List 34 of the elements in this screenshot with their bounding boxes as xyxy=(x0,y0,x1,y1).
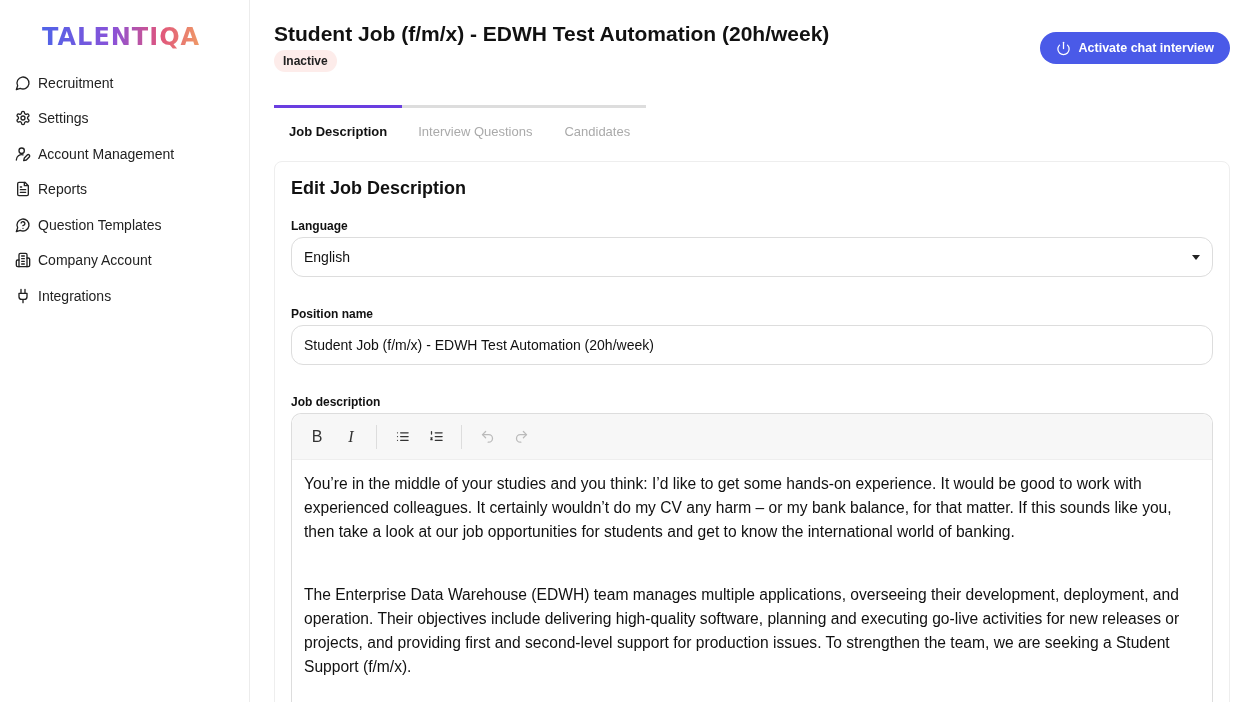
bullet-list-icon xyxy=(394,429,410,444)
bold-button[interactable]: B xyxy=(302,421,332,452)
field-label: Position name xyxy=(291,307,374,321)
status-badge: Inactive xyxy=(274,50,337,72)
user-pen-icon xyxy=(15,145,31,162)
position-input[interactable]: Student Job (f/m/x) - EDWH Test Automation (20h/week) xyxy=(291,325,1213,365)
building-icon xyxy=(15,252,31,269)
speech-bubble-icon xyxy=(15,74,31,91)
paragraph: You’re in the middle of your studies and you think: I’d like to get some hands-on experience. It would be good to work with experienced colleagues. It certainly wouldn’t do my CV any harm – or my bank balance, for that matter. If this sounds like you, then take a look at our job opportunities for students and get to know the international world of banking. xyxy=(304,474,1173,542)
caret-icon xyxy=(1192,254,1200,260)
question-bubble-icon xyxy=(15,216,31,233)
sidebar-item[interactable]: Question Templates xyxy=(15,207,162,243)
form-title: Edit Job Description xyxy=(291,178,468,199)
italic-button[interactable]: I xyxy=(336,421,366,452)
numbered-list-icon xyxy=(428,429,444,444)
power-icon xyxy=(1055,40,1071,56)
field-label: Language xyxy=(291,219,349,233)
language-dropdown[interactable]: English xyxy=(291,237,1213,277)
undo-icon xyxy=(479,429,495,444)
sidebar-item[interactable]: Company Account xyxy=(15,242,152,278)
plug-icon xyxy=(15,287,31,304)
redo-icon xyxy=(513,429,529,444)
sidebar-item[interactable]: Recruitment xyxy=(15,65,114,101)
gear-icon xyxy=(15,110,31,127)
sidebar-item[interactable]: Reports xyxy=(15,171,88,207)
document-icon xyxy=(15,181,31,198)
activate-button[interactable]: Activate chat interview xyxy=(1039,32,1230,64)
field-label: Job description xyxy=(291,395,382,409)
sidebar-item[interactable]: Integrations xyxy=(15,278,112,314)
tab[interactable]: Job Description xyxy=(274,105,403,143)
sidebar-item[interactable]: Settings xyxy=(15,100,89,136)
sidebar-item[interactable]: Account Management xyxy=(15,136,175,172)
paragraph: The Enterprise Data Warehouse (EDWH) team manages multiple applications, overseeing their development, deployment, and operation. Their objectives include delivering high-quality software, planning and executing go-live activities for new releases or projects, and providing first and second-level support for production issues. To strengthen the team, we are seeking a Student Support (f/m/x). xyxy=(304,585,1181,677)
page-title: Student Job (f/m/x) - EDWH Test Automation (20h/week) xyxy=(274,22,830,46)
